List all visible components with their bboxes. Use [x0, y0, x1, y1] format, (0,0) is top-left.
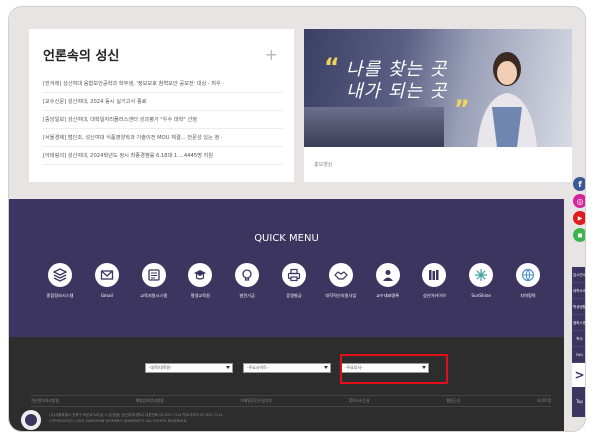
quick-item-faculty[interactable]: 교수대표명록: [367, 263, 409, 299]
quick-item-innovation[interactable]: 대학혁신지원사업: [320, 263, 362, 299]
side-menu-item[interactable]: 대학소개: [572, 283, 585, 299]
news-card: 언론속의 성신 + [한겨레] 성신여대 융합보안공학과 학부생, '정보보호 …: [29, 29, 294, 182]
back-to-top-button[interactable]: Top: [572, 387, 585, 417]
building-illustration: [304, 107, 444, 147]
quick-item-label: SunShine: [471, 293, 491, 298]
quick-item-label: Gmail: [100, 293, 113, 298]
university-logo: [21, 410, 41, 430]
kakao-icon[interactable]: ◼: [573, 228, 585, 242]
quick-menu-title: QUICK MENU: [254, 233, 319, 244]
quick-item-label: 대학혁신지원사업: [325, 293, 357, 298]
quick-item-label: 교수대표명록: [376, 293, 400, 298]
footer-info: (주)서울특별시 성북구 보문로34다길 2 (돈암동) 성신여자대학교 대표전…: [49, 412, 489, 424]
layers-icon: [53, 268, 67, 282]
quick-item-label: 지역협력: [520, 293, 536, 298]
news-title: 언론속의 성신: [43, 49, 120, 64]
footer-links: 개인정보처리방침 해킹방지안내방침 이메일무단수집거부 찾아오시는길 웹접근성 …: [31, 395, 551, 407]
social-links: f ◎ ▶ ◼: [573, 177, 585, 242]
major-sites-select[interactable]: -주요사이트-: [243, 363, 331, 373]
printer-icon: [287, 268, 301, 282]
chevron-down-icon: [226, 366, 230, 369]
quick-menu: QUICK MENU 종합정보시스템 Gmail 교육지원시스템 평생교육원 발…: [9, 199, 564, 337]
quick-item-archive[interactable]: 성신아카이브: [413, 263, 455, 299]
quick-item-lifelong[interactable]: 평생교육원: [179, 263, 221, 299]
university-select[interactable]: -대학/대학원-: [145, 363, 233, 373]
footer-link[interactable]: 개인정보처리방침: [31, 398, 59, 404]
news-more-icon[interactable]: +: [265, 47, 278, 63]
promo-image[interactable]: “ 나를 찾는 곳 내가 되는 곳 ”: [304, 29, 572, 147]
lightbulb-icon: [242, 269, 252, 281]
side-menu-item[interactable]: FAQ: [572, 347, 585, 363]
select-value: -주요사이트-: [247, 365, 269, 370]
news-list: [한겨레] 성신여대 융합보안공학과 학부생, '정보보호 참혁보안 공모전' …: [43, 75, 283, 165]
chevron-right-icon[interactable]: >: [572, 363, 585, 387]
side-menu-item[interactable]: 입시안내: [572, 267, 585, 283]
quick-item-sunshine[interactable]: SunShine: [460, 263, 502, 299]
youtube-icon[interactable]: ▶: [573, 211, 585, 225]
footer-link[interactable]: 사이트맵: [537, 398, 551, 404]
graduation-cap-icon: [194, 270, 207, 280]
quick-menu-items: 종합정보시스템 Gmail 교육지원시스템 평생교육원 발전기금 증명발급 대학…: [39, 263, 549, 299]
page-frame: 언론속의 성신 + [한겨레] 성신여대 융합보안공학과 학부생, '정보보호 …: [8, 6, 586, 432]
promo-caption: 홍보영상: [314, 162, 333, 168]
books-icon: [429, 270, 439, 280]
people-icon: [382, 270, 393, 281]
quote-open-mark: “: [324, 53, 340, 81]
highlight-box: [340, 354, 448, 384]
chevron-down-icon: [324, 366, 328, 369]
news-item[interactable]: [아데링의] 성신여대, 2024학년도 정시 최종경쟁률 6.18대 1 ..…: [43, 147, 283, 165]
news-item[interactable]: [교수신문] 성신여대, 2024 동시 실기고사 종료: [43, 93, 283, 111]
quick-item-label: 종합정보시스템: [46, 293, 74, 298]
quick-item-regional[interactable]: 지역협력: [507, 263, 549, 299]
side-quick-nav: 입시안내 대학소개 학생생활 캠퍼스맵 학사 FAQ > Top: [572, 267, 585, 417]
mail-icon: [100, 270, 113, 280]
sun-icon: [475, 269, 488, 281]
news-item[interactable]: [서울경제] 범인조, 성신여대 식품영양학과 기술이전 MOU 체결... 전…: [43, 129, 283, 147]
promo-line-1: 나를 찾는 곳: [346, 59, 448, 80]
quick-item-portal[interactable]: 종합정보시스템: [39, 263, 81, 299]
side-menu-item[interactable]: 학사: [572, 331, 585, 347]
quote-close-mark: ”: [454, 95, 470, 123]
quick-item-education[interactable]: 교육지원시스템: [133, 263, 175, 299]
promo-slogan: 나를 찾는 곳 내가 되는 곳: [346, 59, 447, 103]
calendar-icon: [147, 269, 160, 281]
instagram-icon[interactable]: ◎: [573, 194, 585, 208]
news-item[interactable]: [중앙일보] 성신여대, 대학일자리플러스센터 성과평가 "우수 대학" 선정: [43, 111, 283, 129]
news-item[interactable]: [한겨레] 성신여대 융합보안공학과 학부생, '정보보호 참혁보안 공모전' …: [43, 75, 283, 93]
select-value: -대학/대학원-: [149, 365, 172, 370]
side-menu-item[interactable]: 캠퍼스맵: [572, 315, 585, 331]
footer: -대학/대학원- -주요사이트- -주요부서- 개인정보처리방침 해킹방지안내방…: [9, 337, 564, 431]
quick-item-label: 교육지원시스템: [140, 293, 168, 298]
quick-item-label: 발전기금: [239, 293, 255, 298]
quick-item-fund[interactable]: 발전기금: [226, 263, 268, 299]
handshake-icon: [333, 271, 348, 280]
quick-item-label: 평생교육원: [190, 293, 211, 298]
facebook-icon[interactable]: f: [573, 177, 585, 191]
footer-link[interactable]: 이메일무단수집거부: [240, 398, 271, 404]
quick-item-certificate[interactable]: 증명발급: [273, 263, 315, 299]
student-illustration: [477, 52, 537, 147]
side-menu-item[interactable]: 학생생활: [572, 299, 585, 315]
globe-icon: [521, 268, 535, 282]
footer-copyright: COPYRIGHT(C) 2024 SUNGSHIN WOMEN'S UNIVE…: [49, 419, 188, 423]
promo-card[interactable]: “ 나를 찾는 곳 내가 되는 곳 ” 홍보영상: [304, 29, 572, 182]
footer-link[interactable]: 찾아오시는길: [349, 398, 370, 404]
quick-item-label: 증명발급: [286, 293, 302, 298]
promo-line-2: 내가 되는 곳: [346, 81, 448, 102]
footer-link[interactable]: 웹접근성: [446, 398, 460, 404]
quick-item-label: 성신아카이브: [422, 293, 446, 298]
quick-item-gmail[interactable]: Gmail: [86, 263, 128, 299]
footer-link[interactable]: 해킹방지안내방침: [136, 398, 164, 404]
